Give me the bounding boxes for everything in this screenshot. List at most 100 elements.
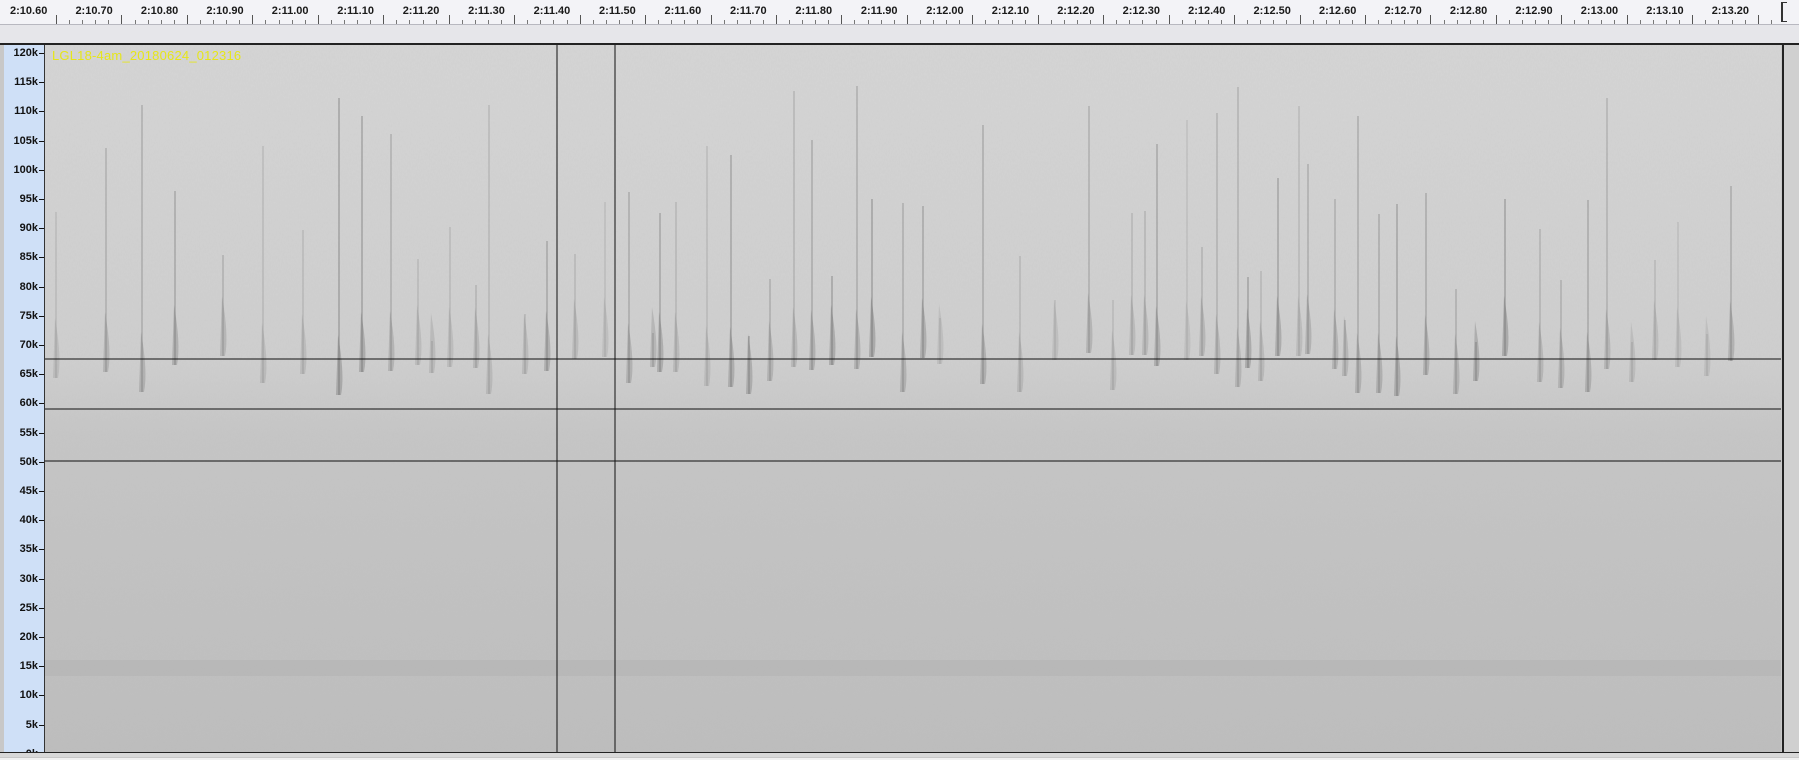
timeline-label: 2:12.10 xyxy=(991,5,1030,17)
timeline-label: 2:12.60 xyxy=(1319,5,1357,17)
frequency-tick xyxy=(39,695,44,697)
timeline-tick xyxy=(1037,15,1039,24)
timeline-minor-tick xyxy=(409,20,411,24)
timeline-minor-tick xyxy=(880,20,882,24)
frequency-label: 110k xyxy=(14,105,38,118)
timeline-minor-tick xyxy=(1613,20,1615,24)
timeline-tick xyxy=(121,15,123,24)
timeline-minor-tick xyxy=(1482,20,1484,24)
timeline-minor-tick xyxy=(1011,20,1013,24)
timeline-minor-tick xyxy=(1508,20,1510,24)
timeline-minor-tick xyxy=(487,20,489,24)
timeline-minor-tick xyxy=(933,20,935,24)
timeline-minor-tick xyxy=(1286,20,1288,24)
spectrogram-low-band xyxy=(45,660,1781,676)
timeline-minor-tick xyxy=(1469,20,1471,24)
timeline-minor-tick xyxy=(1744,20,1746,24)
timeline-minor-tick xyxy=(1456,20,1458,24)
timeline-label: 2:10.90 xyxy=(206,5,244,17)
timeline-minor-tick xyxy=(1378,20,1380,24)
timeline-minor-tick xyxy=(1679,20,1681,24)
timeline-minor-tick xyxy=(1077,20,1079,24)
frequency-label: 45k xyxy=(19,485,38,497)
timeline-minor-tick xyxy=(1325,20,1327,24)
timeline-label: 2:12.70 xyxy=(1384,5,1422,17)
timeline-minor-tick xyxy=(854,20,856,24)
timeline-minor-tick xyxy=(998,20,1000,24)
timeline-minor-tick xyxy=(199,20,201,24)
timeline-minor-tick xyxy=(304,20,306,24)
timeline-minor-tick xyxy=(1391,20,1393,24)
track-gap xyxy=(0,25,1799,43)
timeline-minor-tick xyxy=(946,20,948,24)
timeline-tick xyxy=(186,15,188,24)
spectrogram-view[interactable] xyxy=(45,45,1781,752)
timeline-tick xyxy=(1692,15,1694,24)
timeline-tick xyxy=(1365,15,1366,24)
timeline-minor-tick xyxy=(435,20,437,24)
timeline-minor-tick xyxy=(540,20,542,24)
timeline-minor-tick xyxy=(357,20,359,24)
timeline-minor-tick xyxy=(1548,20,1550,24)
timeline-minor-tick xyxy=(1207,20,1209,24)
frequency-label: 85k xyxy=(19,251,38,264)
timeline-minor-tick xyxy=(160,20,162,24)
timeline-minor-tick xyxy=(1090,20,1092,24)
frequency-tick xyxy=(39,111,44,113)
timeline-tick xyxy=(906,15,908,24)
frequency-label: 60k xyxy=(19,397,38,410)
timeline-label: 2:11.80 xyxy=(795,5,833,17)
frequency-axis[interactable]: 120k 115k 110k 105k 100k 95k 90k 85k 80k 75k 70k 65… xyxy=(4,45,45,760)
timeline-minor-tick xyxy=(1587,20,1589,24)
frequency-label: 15k xyxy=(19,660,38,673)
frequency-tick xyxy=(39,520,44,522)
frequency-tick xyxy=(39,666,44,668)
timeline-minor-tick xyxy=(1351,20,1353,24)
timeline-minor-tick xyxy=(631,20,633,24)
frequency-label: 5k xyxy=(25,718,38,731)
timeline-minor-tick xyxy=(1718,20,1720,24)
timeline-minor-tick xyxy=(1652,20,1654,24)
timeline-minor-tick xyxy=(789,20,791,24)
timeline-label: 2:11.30 xyxy=(468,5,505,17)
frequency-label: 95k xyxy=(19,193,38,205)
timeline-tick xyxy=(514,15,516,24)
spectrogram-canvas[interactable] xyxy=(45,45,1781,752)
timeline-minor-tick xyxy=(828,20,830,24)
timeline-tick xyxy=(448,15,450,24)
frequency-label: 115k xyxy=(14,76,38,89)
timeline-minor-tick xyxy=(147,20,149,24)
timeline-label: 2:10.70 xyxy=(75,5,113,17)
timeline-minor-tick xyxy=(1181,20,1183,24)
timeline-tick xyxy=(1299,15,1301,24)
timeline-label: 2:13.20 xyxy=(1711,5,1749,17)
timeline-tick xyxy=(841,15,843,24)
timeline-minor-tick xyxy=(1522,20,1524,24)
frequency-label: 75k xyxy=(19,309,38,322)
timeline-minor-tick xyxy=(1666,20,1668,24)
timeline-label: 2:11.10 xyxy=(337,5,374,17)
timeline-minor-tick xyxy=(1260,20,1262,24)
timeline-label: 2:11.60 xyxy=(664,5,702,17)
timeline-minor-tick xyxy=(82,20,84,24)
frequency-label: 10k xyxy=(19,689,38,702)
timeline-minor-tick xyxy=(1417,20,1419,24)
timeline-minor-tick xyxy=(1273,20,1275,24)
timeline-minor-tick xyxy=(1312,20,1314,24)
timeline-minor-tick xyxy=(265,20,267,24)
timeline-label: 2:12.90 xyxy=(1515,5,1553,17)
timeline-minor-tick xyxy=(893,20,895,24)
timeline-minor-tick xyxy=(461,20,463,24)
frequency-tick xyxy=(39,228,44,230)
timeline-ruler[interactable]: 2:10.60 2:10.70 2:10.80 2:10.90 2:11.00 2:11.… xyxy=(0,0,1799,25)
frequency-tick xyxy=(39,345,44,346)
frequency-label: 80k xyxy=(19,280,38,293)
frequency-tick xyxy=(39,607,44,609)
timeline-minor-tick xyxy=(1770,20,1772,24)
frequency-tick xyxy=(39,374,44,376)
frequency-label: 65k xyxy=(19,368,38,381)
frequency-tick xyxy=(39,199,44,200)
timeline-label: 2:11.00 xyxy=(271,5,309,17)
timeline-label: 2:11.40 xyxy=(533,5,571,17)
timeline-minor-tick xyxy=(671,20,673,24)
